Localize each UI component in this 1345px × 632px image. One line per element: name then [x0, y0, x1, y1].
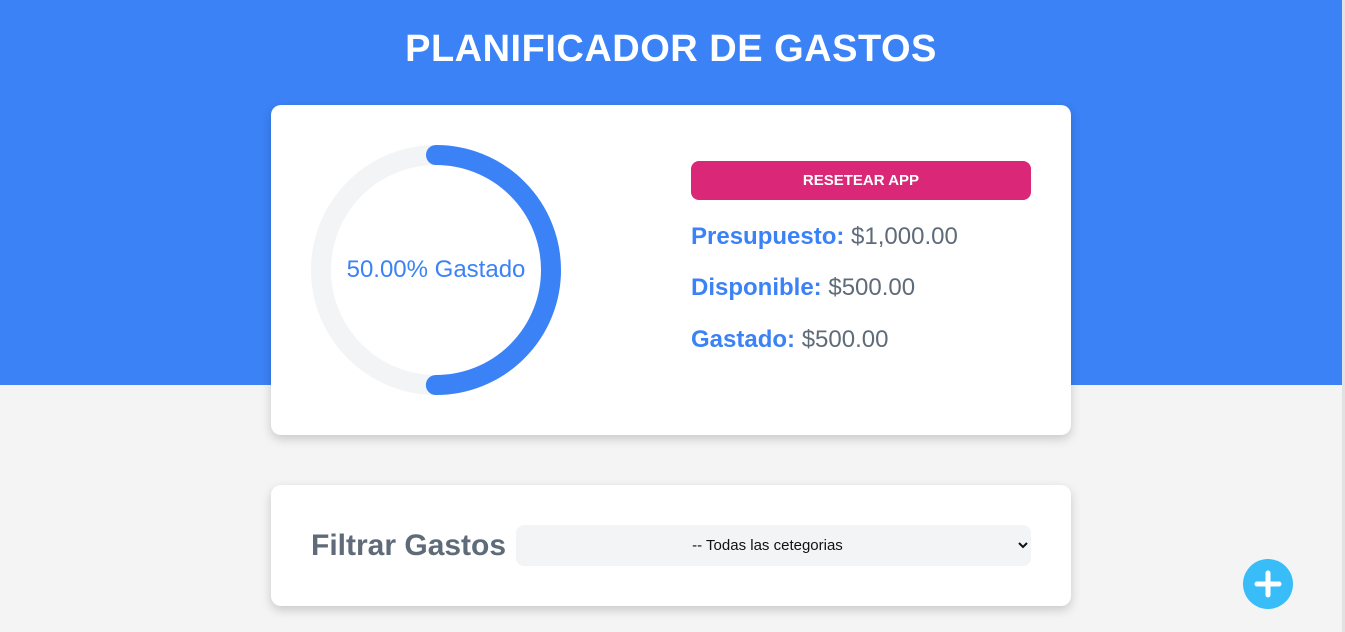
circular-progress: 50.00% Gastado	[311, 145, 561, 395]
budget-total-value: $1,000.00	[851, 223, 958, 250]
add-expense-button[interactable]	[1243, 559, 1293, 609]
filter-label: Filtrar Gastos	[311, 529, 507, 562]
app-page: PLANIFICADOR DE GASTOS 50.00% Gastado RE…	[0, 0, 1345, 632]
budget-available-label: Disponible:	[691, 274, 822, 301]
plus-icon	[1254, 570, 1282, 598]
category-filter-select[interactable]: -- Todas las cetegorias	[516, 525, 1031, 566]
budget-available-value: $500.00	[828, 274, 916, 301]
app-title: PLANIFICADOR DE GASTOS	[405, 28, 937, 70]
progress-percentage: 50.00% Gastado	[346, 256, 526, 283]
budget-card: 50.00% Gastado RESETEAR APP Presupuesto:…	[271, 105, 1071, 435]
budget-available: Disponible: $500.00	[691, 274, 915, 302]
reset-app-button[interactable]: RESETEAR APP	[691, 161, 1031, 200]
budget-spent-label: Gastado:	[691, 326, 796, 353]
budget-spent: Gastado: $500.00	[691, 326, 888, 354]
budget-total: Presupuesto: $1,000.00	[691, 223, 958, 251]
budget-spent-value: $500.00	[801, 326, 889, 353]
budget-total-label: Presupuesto:	[691, 223, 845, 250]
filter-card: Filtrar Gastos -- Todas las cetegorias	[271, 485, 1071, 606]
